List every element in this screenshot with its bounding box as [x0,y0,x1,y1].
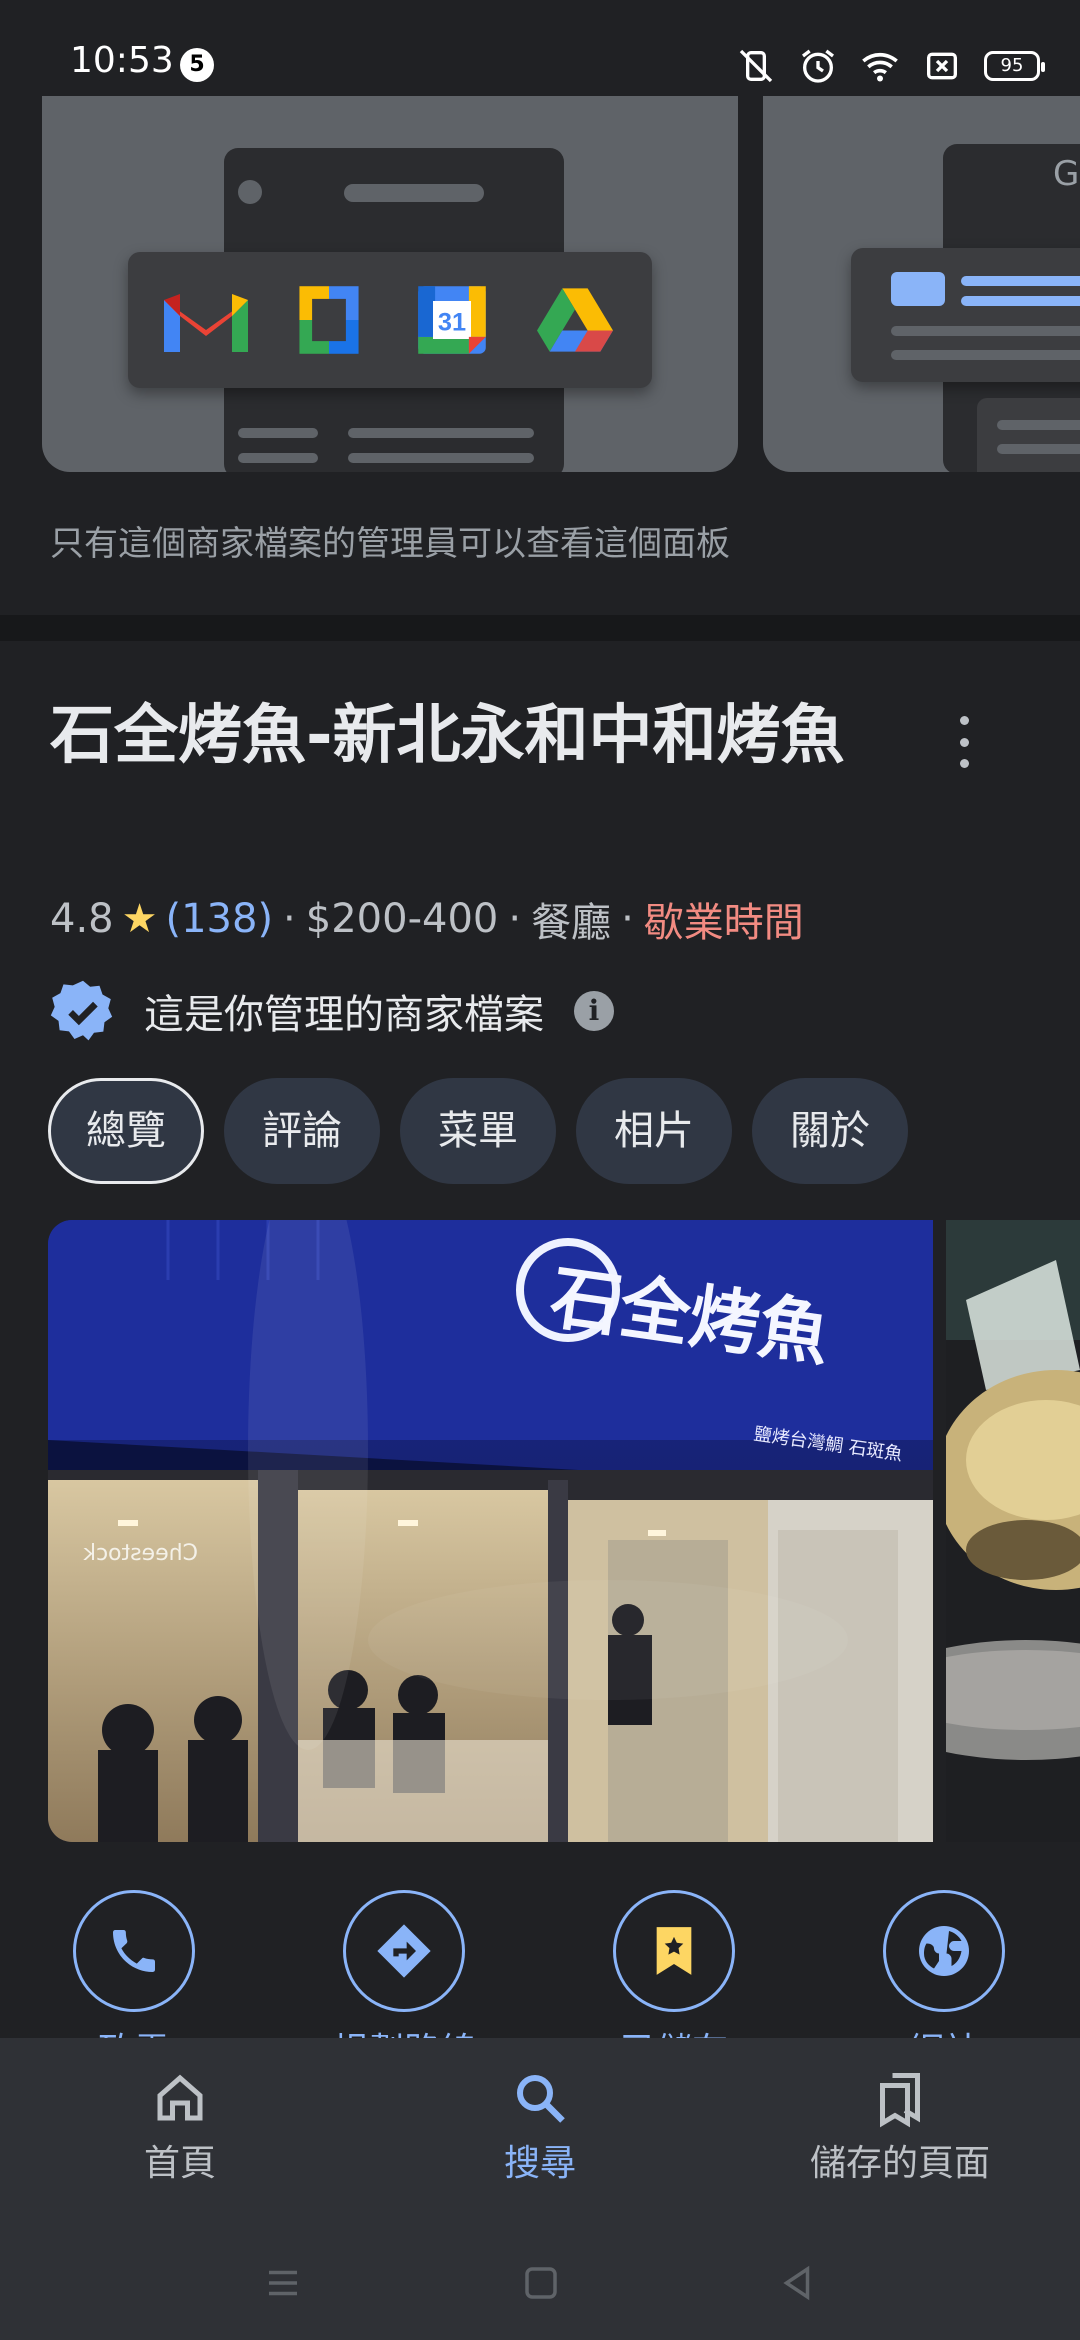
nav-saved-label: 儲存的頁面 [809,2143,990,2184]
globe-icon [919,1926,969,1976]
nav-search[interactable]: 搜尋 [390,2068,690,2186]
card-overlay [851,248,1080,382]
call-button[interactable] [73,1890,195,2012]
card-letter: G [1053,154,1080,194]
window-text: Cheestock [83,1541,198,1566]
separator: · [508,896,522,942]
separator: · [621,896,634,942]
quick-actions: 致電 規劃路線 已儲存 網站 [0,1890,1080,2072]
more-dot [959,759,969,768]
star-icon: ★ [121,896,158,942]
docs-icon [298,286,359,354]
review-count-link[interactable]: (138) [165,896,273,942]
managed-profile-row: 這是你管理的商家檔案 i [50,978,614,1044]
grilled-fish-illustration [946,1220,1080,1842]
promo-card-workspace[interactable]: 31 [42,96,738,472]
drive-icon [536,288,613,352]
calendar-day: 31 [437,309,465,337]
home-square-icon[interactable] [520,2262,562,2304]
status-bar: 10:53 5 95 [0,0,1080,96]
tab-overview[interactable]: 總覽 [48,1078,204,1184]
hours-status[interactable]: 歇業時間 [644,890,804,948]
tab-reviews[interactable]: 評論 [224,1078,380,1184]
sim-off-icon [927,52,957,80]
separator: · [283,896,296,942]
nav-home[interactable]: 首頁 [30,2068,330,2186]
tab-photos[interactable]: 相片 [576,1078,732,1184]
notification-badge: 5 [180,48,214,82]
promo-card-2[interactable]: G [763,96,1080,472]
gmail-icon [163,294,248,352]
status-icons: 95 [736,46,1045,86]
saved-icon [880,2073,920,2128]
wifi-icon [862,52,898,82]
profile-tabs: 總覽 評論 菜單 相片 關於 [48,1078,908,1184]
managed-profile-text: 這是你管理的商家檔案 [144,992,544,1038]
directions-icon [377,1924,431,1978]
website-button[interactable] [883,1890,1005,2012]
nav-saved[interactable]: 儲存的頁面 [750,2068,1050,2186]
alarm-icon [802,49,834,83]
business-meta: 4.8 ★ (138) · $200-400 · 餐廳 · 歇業時間 [50,890,804,948]
food-photo[interactable] [946,1220,1080,1842]
phone-icon [113,1930,155,1972]
info-icon[interactable]: i [574,991,614,1031]
promo-carousel[interactable]: 31 G [0,96,1080,472]
admin-only-note: 只有這個商家檔案的管理員可以查看這個面板 [50,524,730,564]
business-name: 石全烤魚-新北永和中和烤魚 [50,699,845,773]
verified-badge-icon [50,980,113,1041]
price-range: $200-400 [305,896,499,942]
home-icon [157,2074,203,2121]
workspace-apps-tray: 31 [128,252,652,388]
vibrate-off-icon [739,49,773,83]
menu-icon[interactable] [262,2262,304,2304]
nav-home-label: 首頁 [143,2143,216,2184]
tab-about[interactable]: 關於 [752,1078,908,1184]
rating-value: 4.8 [50,896,114,942]
more-dot [959,737,969,747]
section-divider [0,615,1080,641]
storefront-illustration: 石全烤魚 鹽烤台灣鯛 石斑魚 Cheestock [48,1220,933,1842]
category: 餐廳 [531,900,612,946]
nav-search-label: 搜尋 [503,2143,576,2184]
calendar-icon: 31 [417,286,486,354]
system-navigation-bar [0,2226,1080,2340]
saved-button[interactable] [613,1890,735,2012]
more-options-button[interactable] [946,716,982,768]
search-icon [517,2075,565,2123]
bookmark-icon [656,1927,692,1975]
back-icon[interactable] [776,2262,818,2304]
card-bottom-bar [977,398,1080,472]
bottom-navigation: 首頁 搜尋 儲存的頁面 [0,2038,1080,2226]
status-time: 10:53 [70,40,174,81]
storefront-photo[interactable]: 石全烤魚 鹽烤台灣鯛 石斑魚 Cheestock [48,1220,933,1842]
tab-menu[interactable]: 菜單 [400,1078,556,1184]
directions-button[interactable] [343,1890,465,2012]
more-dot [959,716,969,725]
battery-icon: 95 [984,51,1045,81]
